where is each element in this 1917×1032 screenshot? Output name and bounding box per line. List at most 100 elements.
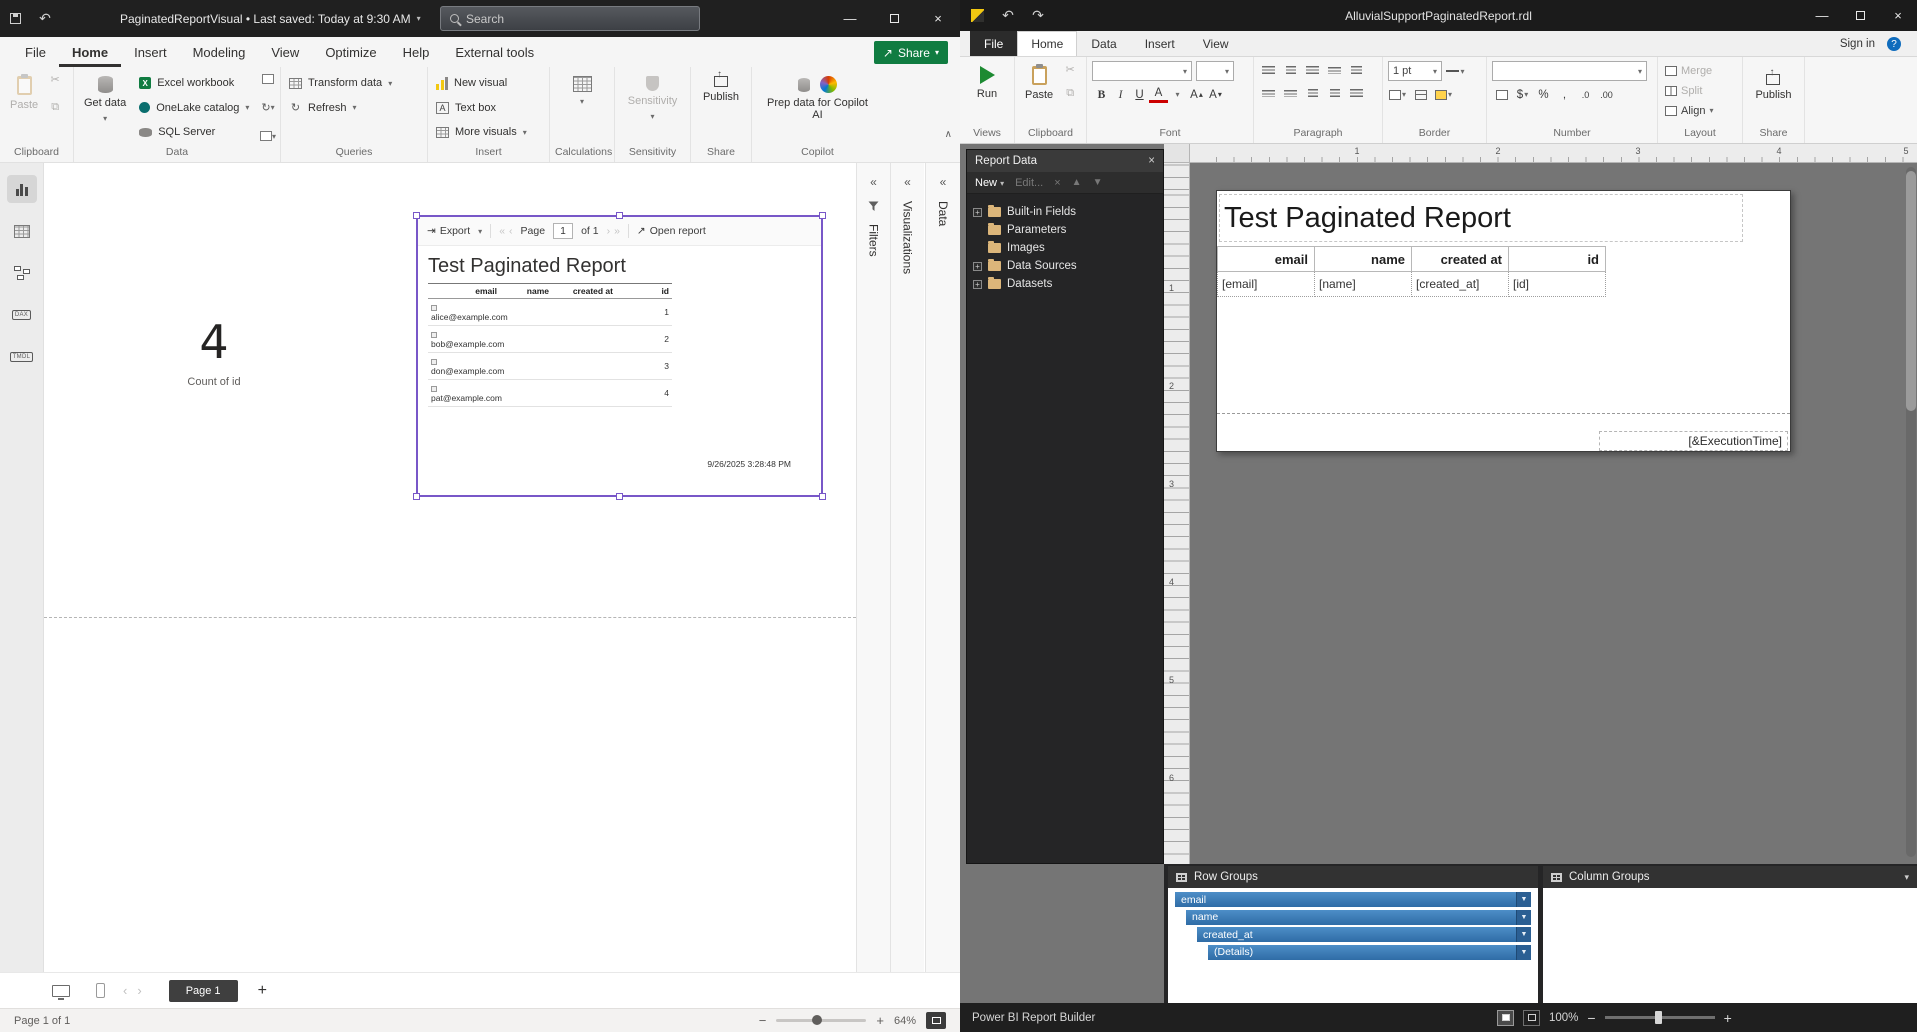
tab-modeling[interactable]: Modeling — [180, 37, 259, 67]
report-page[interactable]: Test Paginated Report email name created… — [1216, 190, 1791, 452]
export-button[interactable]: Export — [440, 225, 470, 237]
expand-icon[interactable]: + — [973, 208, 982, 217]
prep-data-copilot-button[interactable]: Prep data for Copilot AI — [758, 71, 878, 144]
currency-button[interactable]: $▾ — [1513, 85, 1532, 104]
font-color-dropdown-icon[interactable]: ▾ — [1168, 85, 1187, 104]
zoom-slider-thumb[interactable] — [812, 1015, 822, 1025]
new-item-button[interactable]: New ▾ — [975, 177, 1004, 189]
tree-item-data-sources[interactable]: + Data Sources — [973, 257, 1157, 275]
close-button[interactable]: × — [916, 0, 960, 37]
bottom-align-icon[interactable] — [1281, 84, 1300, 103]
tab-insert[interactable]: Insert — [1131, 31, 1189, 56]
placeholder-style-icon[interactable] — [1492, 85, 1511, 104]
bold-button[interactable]: B — [1092, 85, 1111, 104]
design-view-button[interactable] — [1497, 1010, 1514, 1026]
shrink-font-button[interactable]: A▾ — [1206, 85, 1225, 104]
number-format-select[interactable]: ▾ — [1492, 61, 1647, 81]
field-cell-created-at[interactable]: [created_at] — [1412, 272, 1509, 297]
print-layout-button[interactable] — [1523, 1010, 1540, 1026]
tab-optimize[interactable]: Optimize — [312, 37, 389, 67]
tree-item-datasets[interactable]: + Datasets — [973, 275, 1157, 293]
share-button[interactable]: ↗ Share ▾ — [874, 41, 948, 64]
zoom-in-icon[interactable]: + — [876, 1013, 884, 1028]
tab-insert[interactable]: Insert — [121, 37, 180, 67]
enter-data-icon[interactable]: ▾ — [261, 129, 275, 143]
move-down-icon[interactable]: ▼ — [1093, 177, 1103, 188]
move-up-icon[interactable]: ▲ — [1072, 177, 1082, 188]
field-cell-email[interactable]: [email] — [1218, 272, 1315, 297]
header-cell-created-at[interactable]: created at — [1412, 247, 1509, 272]
filters-pane-collapsed[interactable]: « Filters — [856, 163, 890, 972]
align-left-icon[interactable] — [1259, 61, 1278, 80]
sign-in-link[interactable]: Sign in — [1840, 31, 1875, 57]
close-panel-icon[interactable]: × — [1148, 155, 1155, 167]
maximize-button[interactable] — [872, 0, 916, 37]
row-group-email[interactable]: email▼ — [1175, 892, 1531, 907]
last-page-icon[interactable]: » — [614, 225, 620, 237]
fit-to-page-button[interactable] — [926, 1012, 946, 1029]
split-button[interactable]: Split — [1663, 81, 1737, 100]
tab-home[interactable]: Home — [59, 37, 121, 67]
undo-icon[interactable]: ↶ — [993, 7, 1023, 24]
row-group-name[interactable]: name▼ — [1186, 910, 1531, 925]
next-page-icon[interactable]: › — [607, 225, 611, 237]
desktop-layout-icon[interactable] — [52, 985, 70, 997]
percent-button[interactable]: % — [1534, 85, 1553, 104]
help-icon[interactable]: ? — [1887, 37, 1901, 51]
tmdl-view-button[interactable]: TMDL — [7, 343, 37, 371]
column-groups-empty-area[interactable] — [1543, 888, 1917, 1003]
delete-icon[interactable]: × — [1054, 177, 1060, 189]
selection-handle[interactable] — [413, 493, 420, 500]
open-report-button[interactable]: Open report — [650, 225, 706, 237]
onelake-catalog-button[interactable]: OneLake catalog▾ — [136, 97, 256, 119]
expand-icon[interactable]: + — [973, 262, 982, 271]
selection-handle[interactable] — [413, 212, 420, 219]
font-color-button[interactable]: A — [1149, 87, 1168, 103]
underline-button[interactable]: U — [1130, 85, 1149, 104]
collapse-ribbon-icon[interactable]: ∧ — [945, 129, 952, 140]
fill-color-icon[interactable]: ▾ — [1434, 85, 1453, 104]
border-style-dropdown-icon[interactable]: ▾ — [1446, 62, 1465, 81]
dataverse-icon[interactable] — [261, 72, 275, 86]
design-surface[interactable]: Test Paginated Report email name created… — [1190, 163, 1917, 864]
text-box-button[interactable]: A Text box — [433, 97, 544, 119]
group-dropdown-icon[interactable]: ▼ — [1516, 927, 1531, 942]
tree-item-images[interactable]: Images — [973, 239, 1157, 257]
execution-time-textbox[interactable]: [&ExecutionTime] — [1599, 431, 1788, 451]
zoom-slider[interactable] — [1605, 1016, 1715, 1019]
transform-data-button[interactable]: Transform data▾ — [286, 72, 422, 94]
tab-file[interactable]: File — [12, 37, 59, 67]
tab-view[interactable]: View — [258, 37, 312, 67]
sensitivity-button[interactable]: Sensitivity ▾ — [623, 71, 683, 144]
expand-icon[interactable]: + — [973, 280, 982, 289]
row-group-created-at[interactable]: created_at▼ — [1197, 927, 1531, 942]
minimize-button[interactable]: — — [1803, 0, 1841, 31]
sql-server-button[interactable]: SQL Server — [136, 121, 256, 143]
expand-pane-icon[interactable]: « — [870, 175, 877, 189]
borders-icon[interactable] — [1411, 85, 1430, 104]
cut-icon[interactable]: ✂ — [1063, 62, 1077, 76]
zoom-in-icon[interactable]: + — [1724, 1010, 1732, 1026]
selection-handle[interactable] — [819, 493, 826, 500]
top-align-icon[interactable] — [1325, 61, 1344, 80]
tab-view[interactable]: View — [1189, 31, 1243, 56]
font-family-select[interactable]: ▾ — [1092, 61, 1192, 81]
new-visual-button[interactable]: New visual — [433, 72, 544, 94]
italic-button[interactable]: I — [1111, 85, 1130, 104]
title-textbox[interactable]: Test Paginated Report — [1219, 194, 1743, 242]
decrease-decimal-button[interactable]: .0 — [1576, 85, 1595, 104]
calculations-button[interactable]: ▾ — [568, 71, 597, 144]
tree-item-parameters[interactable]: Parameters — [973, 221, 1157, 239]
prev-page-icon[interactable]: ‹ — [509, 225, 513, 237]
design-vertical-scrollbar[interactable] — [1906, 167, 1916, 857]
new-page-button[interactable]: + — [258, 982, 267, 1000]
page-number-input[interactable] — [553, 223, 573, 239]
tab-home[interactable]: Home — [1017, 31, 1077, 56]
field-cell-name[interactable]: [name] — [1315, 272, 1412, 297]
scrollbar-thumb[interactable] — [1906, 171, 1916, 411]
collapse-grouping-pane-icon[interactable]: ▾ — [1904, 872, 1909, 883]
minimize-button[interactable]: — — [828, 0, 872, 37]
publish-button[interactable]: Publish — [1750, 61, 1796, 125]
data-pane-collapsed[interactable]: « Data — [925, 163, 960, 972]
first-page-icon[interactable]: « — [499, 225, 505, 237]
